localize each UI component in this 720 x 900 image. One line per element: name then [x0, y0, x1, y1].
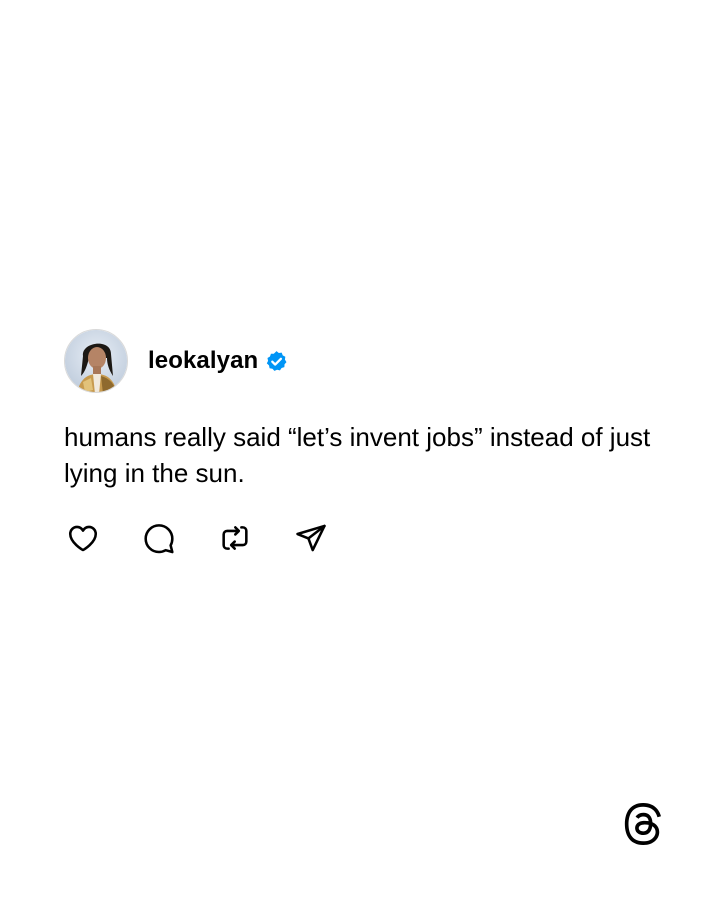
post-text: humans really said “let’s invent jobs” i… [64, 422, 651, 488]
verified-badge-icon [267, 350, 287, 371]
comment-icon [144, 524, 174, 554]
username[interactable]: leokalyan [148, 347, 258, 375]
like-button[interactable] [66, 521, 100, 555]
threads-post-card: leokalyan humans really said “let’s inve… [64, 328, 664, 555]
reply-button[interactable] [142, 521, 176, 555]
post-header: leokalyan [64, 328, 664, 394]
avatar[interactable] [64, 329, 128, 393]
repost-icon [222, 526, 248, 550]
send-icon [296, 524, 326, 552]
threads-logo-icon [624, 803, 661, 845]
repost-button[interactable] [218, 521, 252, 555]
share-button[interactable] [294, 521, 328, 555]
action-bar [66, 521, 664, 555]
avatar-image [65, 330, 127, 392]
author-info: leokalyan [148, 347, 288, 375]
heart-icon [68, 525, 98, 552]
